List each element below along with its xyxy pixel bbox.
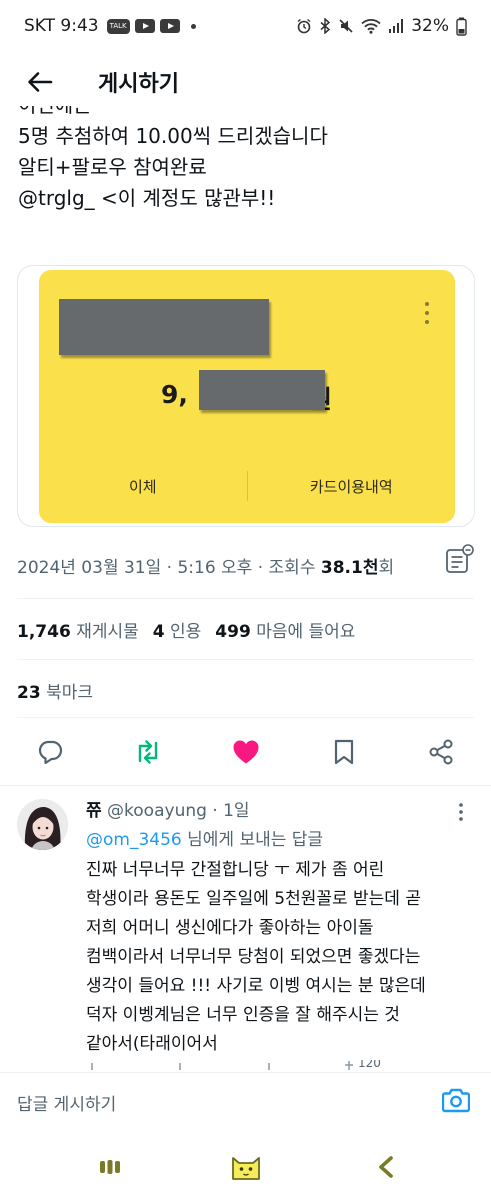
tweet-text: 이번에는 5명 추첨하여 10.00씩 드리겠습니다 알티+팔로우 참여완료 @… <box>18 106 478 214</box>
camera-button[interactable] <box>441 1087 471 1117</box>
heart-filled-icon <box>233 740 259 764</box>
reply-actions-edge <box>91 1061 353 1070</box>
view-count: 38.1천 <box>320 558 379 578</box>
tweet-datetime: 2024년 03월 31일 · 5:16 오후 · 조회수 <box>17 558 321 578</box>
view-unit: 회 <box>378 558 395 578</box>
youtube-icon <box>159 19 180 33</box>
tweet-clipped-line: 이번에는 <box>18 106 478 121</box>
share-button[interactable] <box>421 730 461 774</box>
reply-button[interactable] <box>30 730 70 774</box>
reply-compose-bar: 답글 게시하기 <box>0 1072 491 1130</box>
kakaotalk-icon: TALK <box>106 18 130 34</box>
reply-text: 진짜 너무너무 간절합니당 ㅜ 제가 좀 어린 학생이라 용돈도 일주일에 5천… <box>86 856 466 1059</box>
recent-apps-icon <box>100 1160 120 1174</box>
reply-views-count: 120 <box>358 1060 381 1070</box>
balance-prefix: 9, <box>161 380 188 409</box>
home-button[interactable] <box>226 1150 266 1184</box>
tweet-action-bar <box>0 730 491 774</box>
back-button[interactable] <box>10 56 70 108</box>
bluetooth-icon <box>320 18 331 34</box>
reply-line: 덕자 이벵계님은 너무 인증을 잘 해주시는 것 <box>86 1005 400 1025</box>
tweet-line: 알티+팔로우 참여완료 <box>18 155 207 179</box>
battery-icon <box>456 17 467 36</box>
redaction-box <box>59 299 269 355</box>
divider <box>17 717 474 718</box>
alarm-icon <box>297 18 311 34</box>
tweet-line: 5명 추첨하여 10.00씩 드리겠습니다 <box>18 124 328 148</box>
reply-to-mention[interactable]: @om_3456 <box>86 830 182 850</box>
chevron-left-icon <box>379 1156 393 1178</box>
redaction-box <box>199 370 325 410</box>
cat-home-icon <box>232 1157 260 1180</box>
analytics-icon <box>446 544 474 573</box>
quotes-stat[interactable]: 4 인용 <box>153 622 202 642</box>
reply-line: 같아서(타래이어서 <box>86 1034 218 1054</box>
reply-icon <box>38 740 63 764</box>
replying-to: @om_3456 님에게 보내는 답글 <box>86 825 323 850</box>
avatar[interactable] <box>17 799 68 850</box>
reply-line: 생각이 들어요 !!! 사기로 이벵 여시는 분 많은데 <box>86 976 426 996</box>
avatar-photo <box>17 799 68 850</box>
bookmarks-stat[interactable]: 23 북마크 <box>17 678 93 703</box>
like-button[interactable] <box>226 730 266 774</box>
page-title: 게시하기 <box>98 72 179 97</box>
likes-stat[interactable]: 499 마음에 들어요 <box>215 622 355 642</box>
status-bar: SKT 9:43 TALK 32% <box>0 0 491 52</box>
retweet-button[interactable] <box>128 730 168 774</box>
retweets-stat[interactable]: 1,746 재게시물 <box>17 622 139 642</box>
status-time: SKT 9:43 <box>24 16 99 36</box>
arrow-left-icon <box>28 72 53 92</box>
analytics-button[interactable] <box>445 544 475 578</box>
divider <box>0 785 491 786</box>
wifi-icon <box>361 19 381 34</box>
reply-line: 진짜 너무너무 간절합니당 ㅜ 제가 좀 어린 <box>86 860 385 880</box>
battery-percent: 32% <box>411 16 449 36</box>
signal-icon <box>389 19 404 33</box>
back-nav-button[interactable] <box>366 1150 406 1184</box>
reply-actions-peek: 120 <box>86 1060 486 1070</box>
notification-dot-icon <box>190 23 196 29</box>
reply-more-button[interactable] <box>458 802 464 826</box>
share-icon <box>429 739 453 765</box>
tweet-image[interactable]: 9, 원 이체 카드이용내역 <box>17 265 475 527</box>
top-app-bar: 게시하기 <box>0 56 491 108</box>
reply-input[interactable]: 답글 게시하기 <box>17 1090 116 1115</box>
tweet-line: @trglg_ <이 계정도 많관부!! <box>18 186 276 210</box>
tweet-stats: 1,746 재게시물 4 인용 499 마음에 들어요 <box>17 617 355 642</box>
bank-card: 9, 원 이체 카드이용내역 <box>39 270 455 523</box>
reply-to-label: 님에게 보내는 답글 <box>181 830 324 850</box>
reply-author-name[interactable]: 쮸 <box>86 801 102 821</box>
bookmark-icon <box>334 739 354 765</box>
camera-icon <box>441 1088 471 1113</box>
system-nav-bar <box>0 1130 491 1200</box>
reply-time: · 1일 <box>212 801 250 821</box>
reply-line: 저희 어머니 생신에다가 좋아하는 아이돌 <box>86 918 374 938</box>
mute-icon <box>339 19 353 33</box>
card-history-label: 카드이용내역 <box>309 477 393 496</box>
card-transfer-label: 이체 <box>128 477 157 496</box>
divider <box>17 598 474 599</box>
divider <box>17 659 474 660</box>
reply-header: 쮸 @kooayung · 1일 <box>86 796 250 821</box>
tweet-timestamp: 2024년 03월 31일 · 5:16 오후 · 조회수 38.1천회 <box>17 553 394 578</box>
more-vertical-icon <box>459 803 463 821</box>
more-vertical-icon <box>425 302 429 324</box>
reply-author-handle[interactable]: @kooayung <box>107 801 207 821</box>
reply-line: 학생이라 용돈도 일주일에 5천원꼴로 받는데 곧 <box>86 889 421 909</box>
reply-line: 컴백이라서 너무너무 당첨이 되었으면 좋겠다는 <box>86 947 421 967</box>
bookmark-button[interactable] <box>324 730 364 774</box>
youtube-icon <box>134 19 155 33</box>
recent-apps-button[interactable] <box>90 1150 130 1184</box>
retweet-icon <box>138 740 158 764</box>
